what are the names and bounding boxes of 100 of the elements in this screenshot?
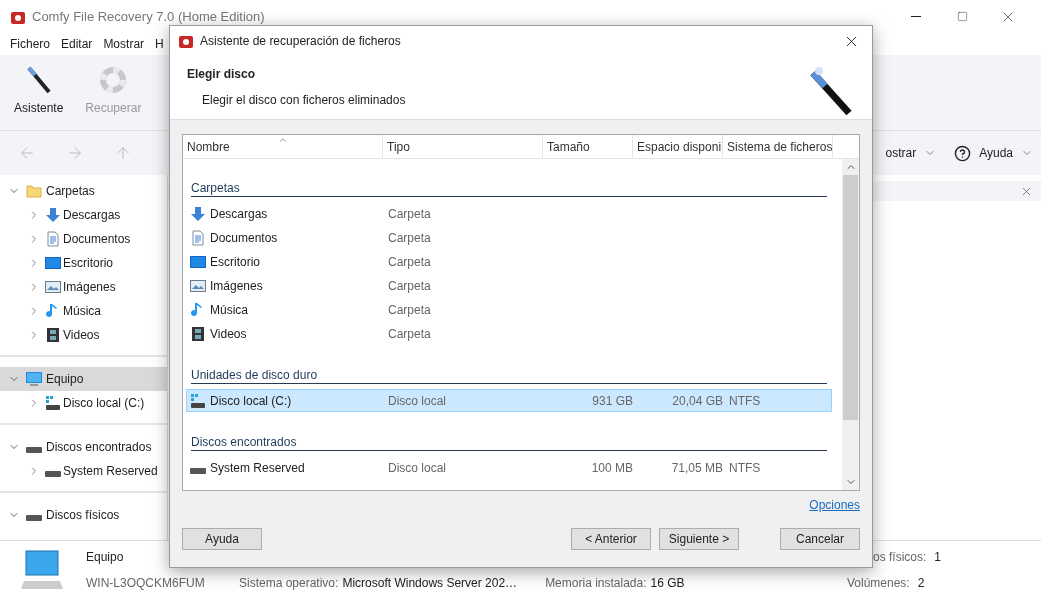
tree-item[interactable]: Descargas: [0, 203, 167, 227]
group-header: Unidades de disco duro: [191, 366, 827, 384]
tree-group-item[interactable]: Equipo: [0, 367, 167, 391]
status-label: Sistema operativo:: [239, 574, 339, 592]
disk-name-cell-text: Videos: [210, 325, 247, 343]
disk-list-row[interactable]: Documentos Carpeta: [186, 226, 832, 249]
down-arrow-icon: [45, 207, 61, 223]
menu-item[interactable]: Editar: [61, 35, 93, 53]
type-cell-text: Disco local: [387, 459, 448, 477]
status-value: 2: [917, 574, 925, 592]
tree-item[interactable]: System Reserved: [0, 459, 167, 483]
menu-item[interactable]: Fichero: [10, 35, 50, 53]
disk-list-row[interactable]: System Reserved Disco local 100 MB 71,05 MB NTFS: [186, 456, 832, 479]
tree-item[interactable]: Videos: [0, 323, 167, 347]
tree-item[interactable]: Documentos: [0, 227, 167, 251]
tree-label: Documentos: [63, 231, 131, 248]
tree-label: Disco local (C:): [63, 395, 145, 412]
tree-item[interactable]: Disco local (C:): [0, 391, 167, 415]
up-button[interactable]: [114, 144, 132, 162]
dialog-button[interactable]: Cancelar: [780, 528, 860, 550]
sort-ascending-icon: [277, 135, 288, 145]
type-cell-text: Carpeta: [387, 253, 432, 271]
menu-item[interactable]: Mostrar: [103, 35, 145, 53]
tree-label: Equipo: [46, 371, 84, 388]
status-label: Volúmenes:: [846, 574, 910, 592]
help-icon: [954, 144, 972, 162]
tree-label: Imágenes: [63, 279, 116, 296]
dialog-button[interactable]: Ayuda: [182, 528, 262, 550]
tree-label: Discos físicos: [46, 507, 120, 524]
status-value: 1: [934, 548, 941, 566]
forward-button[interactable]: [66, 144, 84, 162]
monitor-icon: [26, 371, 42, 387]
tree-group-item[interactable]: Discos físicos: [0, 503, 167, 527]
free-space-cell-text: 20,04 GB: [671, 392, 723, 410]
picture-icon: [45, 279, 61, 295]
disk-list-row[interactable]: Descargas Carpeta: [186, 202, 832, 225]
group-header: Carpetas: [191, 179, 827, 197]
column-header[interactable]: Tamaño: [543, 135, 633, 158]
help-menu-button[interactable]: Ayuda: [954, 144, 1033, 162]
dialog-button[interactable]: < Anterior: [571, 528, 651, 550]
show-menu-button[interactable]: ostrar: [885, 144, 937, 162]
disk-list-row[interactable]: Imágenes Carpeta: [186, 274, 832, 297]
disk-name-cell-text: Descargas: [210, 205, 268, 223]
disk-list-row[interactable]: Escritorio Carpeta: [186, 250, 832, 273]
options-link[interactable]: Opciones: [809, 496, 860, 514]
size-cell-text: 100 MB: [590, 459, 633, 477]
column-header[interactable]: Sistema de ficheros: [723, 135, 833, 158]
tree-group-item[interactable]: Discos encontrados: [0, 435, 167, 459]
column-header[interactable]: Nombre: [183, 135, 383, 158]
dialog-button[interactable]: Siguiente >: [659, 528, 739, 550]
document-icon: [45, 231, 61, 247]
drive-icon: [45, 471, 61, 477]
back-button[interactable]: [18, 144, 36, 162]
window-title: Comfy File Recovery 7.0 (Home Edition): [32, 7, 265, 26]
menu-item[interactable]: H: [155, 35, 164, 53]
file-system-cell-text: NTFS: [728, 392, 761, 410]
computer-name-label: Equipo: [86, 548, 125, 566]
app-logo-icon: [178, 33, 194, 49]
type-cell-text: Carpeta: [387, 277, 432, 295]
film-icon: [45, 327, 61, 343]
drive-icon: [26, 447, 42, 453]
column-header[interactable]: Tipo: [383, 135, 543, 158]
maximize-icon: [956, 11, 968, 22]
lifebuoy-icon: [99, 66, 128, 94]
tree-item[interactable]: Música: [0, 299, 167, 323]
disk-name-cell-text: Disco local (C:): [210, 392, 292, 410]
tree-group-item[interactable]: Carpetas: [0, 179, 167, 203]
document-icon: [190, 229, 206, 246]
type-cell-text: Carpeta: [387, 325, 432, 343]
status-label: Memoria instalada:: [545, 574, 647, 592]
tree-item[interactable]: Imágenes: [0, 275, 167, 299]
disk-list-row[interactable]: Disco local (C:) Disco local 931 GB 20,04 GB NTFS: [186, 389, 832, 412]
type-cell-text: Carpeta: [387, 205, 432, 223]
tree-item[interactable]: Escritorio: [0, 251, 167, 275]
disk-name-cell-text: System Reserved: [210, 459, 305, 477]
column-header[interactable]: Espacio disponi: [633, 135, 723, 158]
wizard-heading: Elegir disco: [187, 66, 257, 83]
tree-label: Carpetas: [46, 183, 95, 200]
type-cell-text: Disco local: [387, 392, 448, 410]
status-value: Microsoft Windows Server 202…: [342, 574, 518, 592]
scrollbar[interactable]: [842, 159, 859, 490]
desktop-icon: [190, 253, 206, 270]
disk-list-row[interactable]: Música Carpeta: [186, 298, 832, 321]
disk-name-cell-text: Música: [210, 301, 248, 319]
tree-label: System Reserved: [63, 463, 158, 480]
toolbar-button[interactable]: Asistente: [10, 63, 68, 117]
type-cell-text: Carpeta: [387, 301, 432, 319]
dialog-title: Asistente de recuperación de ficheros: [200, 33, 401, 50]
tree-label: Música: [63, 303, 101, 320]
down-arrow-icon: [190, 205, 206, 222]
tree-label: Discos encontrados: [46, 439, 152, 456]
disk-name-cell-text: Documentos: [210, 229, 278, 247]
disk-list-row[interactable]: Videos Carpeta: [186, 322, 832, 345]
size-cell-text: 931 GB: [591, 392, 633, 410]
status-value: 16 GB: [650, 574, 685, 592]
tree-label: Descargas: [63, 207, 121, 224]
disk-name-cell-text: Escritorio: [210, 253, 260, 271]
drive-icon: [26, 515, 42, 521]
desktop-icon: [45, 255, 61, 271]
minimize-icon: [911, 16, 921, 17]
